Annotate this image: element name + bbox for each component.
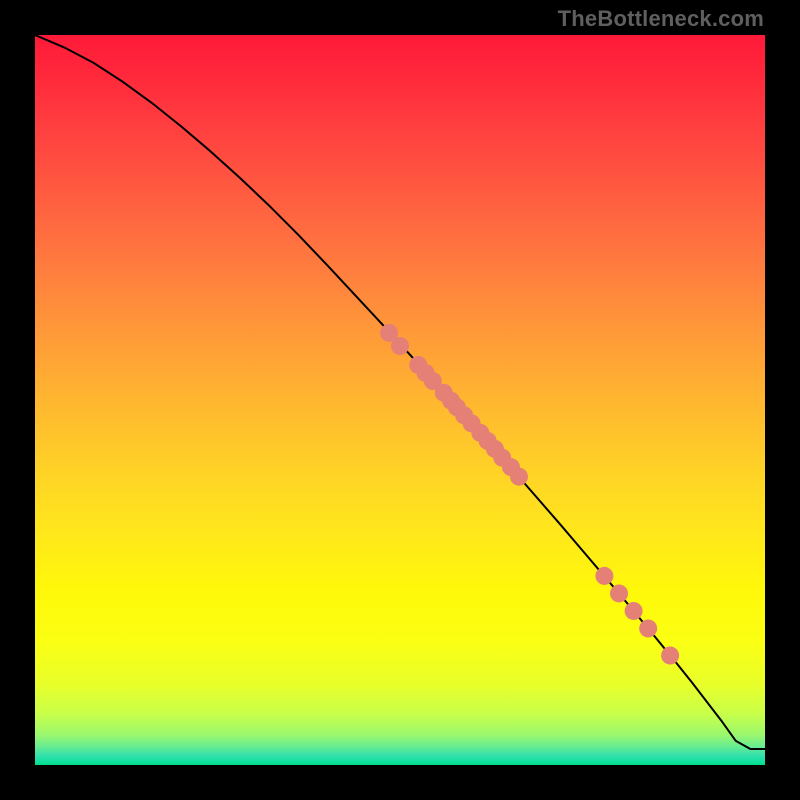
data-marker	[610, 584, 628, 602]
data-marker	[510, 468, 528, 486]
watermark-text: TheBottleneck.com	[558, 6, 764, 32]
data-marker	[625, 602, 643, 620]
chart-svg	[35, 35, 765, 765]
data-marker	[595, 567, 613, 585]
chart-plot-area	[35, 35, 765, 765]
data-marker	[639, 619, 657, 637]
data-marker	[661, 647, 679, 665]
data-marker	[391, 337, 409, 355]
chart-frame: TheBottleneck.com	[0, 0, 800, 800]
chart-background	[35, 35, 765, 765]
